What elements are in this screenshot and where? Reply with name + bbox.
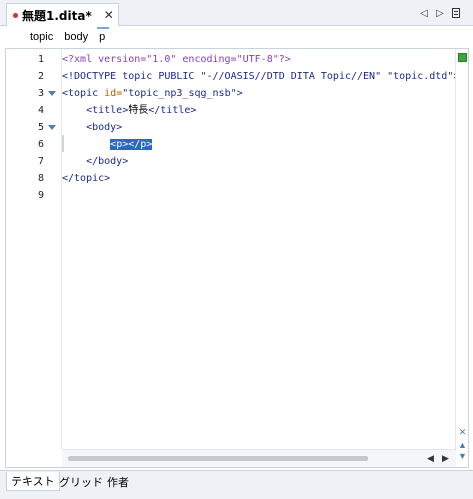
code-area[interactable]: <?xml version="1.0" encoding="UTF-8"?> <!… (62, 49, 456, 449)
code-line[interactable]: </body> (62, 153, 128, 170)
code-line[interactable]: <body> (62, 119, 122, 136)
code-token: <title> (62, 105, 129, 116)
code-token: 特長 (128, 105, 149, 116)
line-number: 9 (37, 190, 44, 201)
breadcrumb-item-topic[interactable]: topic (30, 31, 53, 43)
code-token: </topic> (62, 173, 111, 184)
code-line[interactable]: <p></p> (62, 136, 153, 153)
editor-tab[interactable]: 無題1.dita* ✕ (6, 3, 119, 26)
line-number: 8 (37, 173, 44, 184)
breadcrumb-item-body[interactable]: body (64, 31, 88, 43)
scrollbar-thumb[interactable] (68, 456, 368, 461)
code-token: id= (104, 88, 123, 99)
editing-mode-bar: テキスト グリッド 作者 (0, 470, 473, 499)
code-line[interactable]: <?xml version="1.0" encoding="UTF-8"?> (62, 51, 291, 68)
close-split-icon[interactable]: ✕ (457, 427, 468, 438)
line-number: 7 (37, 156, 44, 167)
line-number: 4 (37, 105, 44, 116)
line-number: 1 (37, 54, 44, 65)
fold-toggle-icon[interactable] (48, 125, 56, 130)
mode-tab-grid[interactable]: グリッド (55, 472, 107, 491)
code-token: <!DOCTYPE topic PUBLIC "-//OASIS//DTD DI… (62, 71, 456, 82)
selected-code-token: <p></p> (110, 139, 153, 150)
line-number: 3 (37, 88, 44, 99)
code-token: > (236, 88, 243, 99)
code-line[interactable]: <title>特長</title> (62, 102, 196, 119)
overview-ruler: ✕ ▲ ▼ (455, 49, 468, 461)
code-token: </title> (148, 105, 197, 116)
line-number: 6 (37, 139, 44, 150)
editor-tab-bar: 無題1.dita* ✕ ◁ ▷ (0, 0, 473, 26)
line-number: 2 (37, 71, 44, 82)
scroll-down-icon[interactable]: ▼ (457, 451, 468, 461)
breadcrumb: topic body p (0, 26, 473, 48)
next-tab-icon[interactable]: ▷ (434, 6, 446, 20)
tab-menu-icon[interactable] (452, 8, 460, 18)
fold-toggle-icon[interactable] (48, 91, 56, 96)
close-tab-icon[interactable]: ✕ (104, 8, 114, 22)
line-number: 5 (37, 122, 44, 133)
previous-tab-icon[interactable]: ◁ (418, 6, 430, 20)
mode-tab-author[interactable]: 作者 (103, 472, 133, 491)
modified-indicator-icon (13, 12, 18, 18)
code-token: <?xml version="1.0" encoding="UTF-8"?> (62, 54, 291, 65)
line-number-gutter: 1 2 3 4 5 6 7 8 9 (6, 49, 62, 449)
code-token: "topic_np3_sqg_nsb" (122, 88, 237, 99)
text-editor[interactable]: 1 2 3 4 5 6 7 8 9 <?xml version="1.0" en… (5, 48, 469, 468)
scroll-up-icon[interactable]: ▲ (457, 440, 468, 450)
breadcrumb-item-p[interactable]: p (97, 27, 110, 43)
scroll-right-icon[interactable]: ▶ (442, 453, 449, 464)
code-line[interactable]: <!DOCTYPE topic PUBLIC "-//OASIS//DTD DI… (62, 68, 456, 85)
code-line[interactable]: </topic> (62, 170, 110, 187)
code-token: </body> (62, 156, 129, 167)
code-line[interactable]: <topic id="topic_np3_sqg_nsb"> (62, 85, 243, 102)
scroll-left-icon[interactable]: ◀ (427, 453, 434, 464)
validation-ok-icon (458, 53, 467, 62)
tab-title: 無題1.dita* (22, 8, 92, 23)
code-token: <body> (62, 122, 123, 133)
mode-tab-text[interactable]: テキスト (6, 472, 60, 491)
horizontal-scrollbar[interactable]: ◀ ▶ (62, 449, 456, 467)
code-token: <topic (62, 88, 105, 99)
